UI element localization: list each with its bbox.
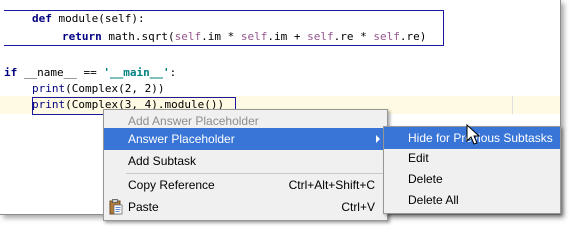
menu-item-answer-placeholder[interactable]: Answer Placeholder (104, 128, 387, 150)
context-menu: Add Answer Placeholder Answer Placeholde… (103, 109, 388, 221)
submenu-item-delete-all[interactable]: Delete All (384, 189, 560, 211)
mouse-cursor-icon (466, 124, 481, 145)
menu-item-label: Delete All (408, 193, 459, 207)
code-line-2: return math.sqrt(self.im * self.im + sel… (62, 30, 427, 43)
menu-item-add-subtask[interactable]: Add Subtask (104, 150, 387, 172)
menu-item-label: Copy Reference (128, 178, 215, 192)
right-margin-guide (512, 96, 513, 114)
menu-item-paste[interactable]: Paste Ctrl+V (104, 196, 387, 218)
code-line-1: def module(self): (32, 12, 145, 25)
submenu-item-edit[interactable]: Edit (384, 147, 560, 169)
menu-item-label: Paste (128, 200, 159, 214)
menu-item-copy-reference[interactable]: Copy Reference Ctrl+Alt+Shift+C (104, 174, 387, 196)
menu-item-label: Add Answer Placeholder (128, 114, 259, 128)
submenu-item-delete[interactable]: Delete (384, 168, 560, 190)
menu-item-label: Delete (408, 172, 443, 186)
submenu-arrow-icon (376, 135, 380, 143)
menu-item-label: Add Subtask (128, 154, 197, 168)
paste-icon (109, 199, 123, 215)
menu-item-label: Edit (408, 151, 429, 165)
menu-item-shortcut: Ctrl+V (341, 200, 375, 214)
menu-item-shortcut: Ctrl+Alt+Shift+C (288, 178, 375, 192)
menu-item-label: Answer Placeholder (128, 132, 235, 146)
